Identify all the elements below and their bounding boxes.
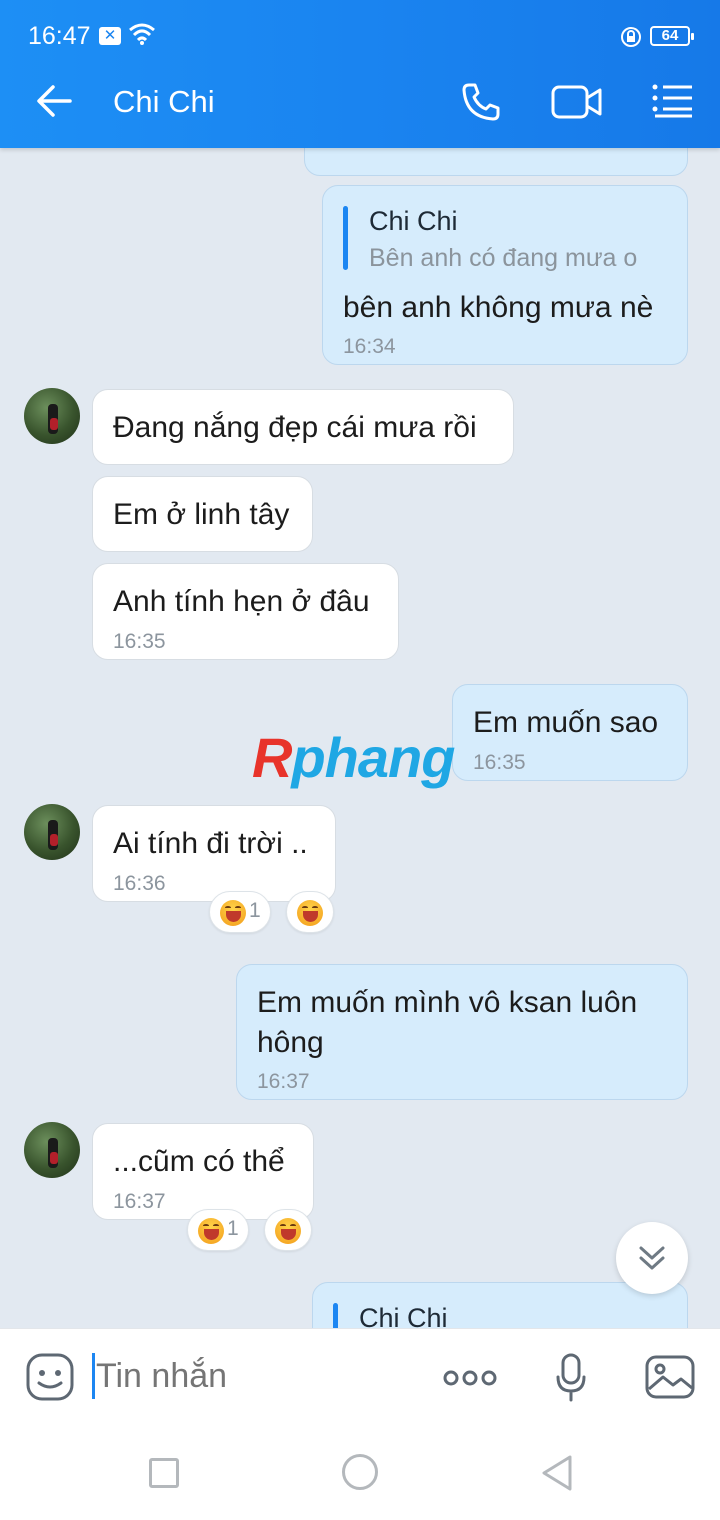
menu-list-icon[interactable] [652, 84, 694, 123]
double-chevron-down-icon [639, 1246, 665, 1270]
battery-indicator: 64 [650, 26, 694, 46]
message-composer [0, 1328, 720, 1428]
message-bubble-outgoing[interactable]: Chi Chi Bên anh có đang mưa o bên anh kh… [322, 185, 688, 365]
wifi-icon [128, 22, 156, 53]
message-text-line1: Em muốn mình vô ksan luôn [257, 986, 638, 1019]
sticker-icon[interactable] [26, 1353, 74, 1406]
quote-bar [333, 1303, 338, 1328]
notification-icon: ✕ [99, 27, 121, 45]
text-cursor [92, 1353, 95, 1399]
message-bubble-incoming[interactable]: Em ở linh tây [92, 476, 313, 552]
reaction-summary[interactable]: 1 [209, 891, 271, 933]
top-bar: 16:47 ✕ 64 Chi Chi [0, 0, 720, 148]
microphone-icon[interactable] [555, 1353, 587, 1408]
message-time: 16:37 [113, 1190, 166, 1213]
quote-text: Bên anh có đang mưa o [369, 244, 638, 272]
quote-bar [343, 206, 348, 270]
message-bubble-incoming[interactable]: Anh tính hẹn ở đâu 16:35 [92, 563, 399, 660]
message-time: 16:35 [113, 630, 166, 653]
add-reaction-button[interactable] [264, 1209, 312, 1251]
message-text: ...cũm có thể [113, 1145, 285, 1178]
status-time: 16:47 [28, 22, 91, 50]
reaction-count: 1 [227, 1217, 239, 1240]
reply-quote[interactable]: Chi Chi Bên anh có đang mưa o [343, 206, 663, 272]
message-text: Em muốn sao [473, 706, 659, 739]
laughing-emoji-icon [297, 900, 323, 926]
message-text: Đang nắng đẹp cái mưa rồi [113, 411, 477, 444]
laughing-emoji-icon [220, 900, 246, 926]
reaction-summary[interactable]: 1 [187, 1209, 249, 1251]
contact-name[interactable]: Chi Chi [113, 84, 215, 120]
quote-name: Chi Chi [369, 206, 458, 236]
add-reaction-button[interactable] [286, 891, 334, 933]
message-time: 16:34 [343, 335, 396, 358]
chat-header: Chi Chi [0, 54, 720, 148]
message-bubble-incoming[interactable]: ...cũm có thể 16:37 [92, 1123, 314, 1220]
home-button[interactable] [342, 1454, 378, 1490]
message-text: bên anh không mưa nè [343, 291, 654, 324]
message-text: Anh tính hẹn ở đâu [113, 585, 370, 618]
system-navigation-bar [0, 1428, 720, 1520]
avatar[interactable] [24, 1122, 80, 1178]
back-button[interactable] [540, 1454, 574, 1497]
reaction-count: 1 [249, 899, 261, 922]
recent-apps-button[interactable] [149, 1458, 179, 1488]
message-time: 16:36 [113, 872, 166, 895]
message-text: Em ở linh tây [113, 498, 290, 531]
message-bubble-outgoing[interactable]: Em muốn mình vô ksan luôn hông 16:37 [236, 964, 688, 1100]
phone-icon[interactable] [460, 81, 502, 128]
quote-name: Chi Chi [359, 1303, 448, 1328]
avatar[interactable] [24, 388, 80, 444]
message-time: 16:35 [473, 751, 526, 774]
message-text-line2: hông [257, 1026, 324, 1059]
reply-quote[interactable]: Chi Chi [333, 1303, 653, 1328]
message-time: 16:37 [257, 1070, 310, 1093]
video-call-icon[interactable] [551, 84, 603, 125]
rotation-lock-icon [620, 26, 642, 55]
message-bubble-partial[interactable] [304, 148, 688, 176]
avatar[interactable] [24, 804, 80, 860]
message-bubble-outgoing[interactable]: Em muốn sao 16:35 [452, 684, 688, 781]
back-arrow-icon[interactable] [36, 84, 72, 123]
message-bubble-incoming[interactable]: Đang nắng đẹp cái mưa rồi [92, 389, 514, 465]
laughing-emoji-icon [198, 1218, 224, 1244]
more-options-icon[interactable] [443, 1369, 497, 1392]
message-input[interactable] [96, 1357, 416, 1396]
message-bubble-incoming[interactable]: Ai tính đi trời .. 16:36 [92, 805, 336, 902]
laughing-emoji-icon [275, 1218, 301, 1244]
image-gallery-icon[interactable] [645, 1355, 695, 1404]
message-text: Ai tính đi trời .. [113, 827, 308, 860]
scroll-to-bottom-button[interactable] [616, 1222, 688, 1294]
status-bar: 16:47 ✕ 64 [0, 0, 720, 54]
watermark: Rphang [252, 726, 455, 789]
